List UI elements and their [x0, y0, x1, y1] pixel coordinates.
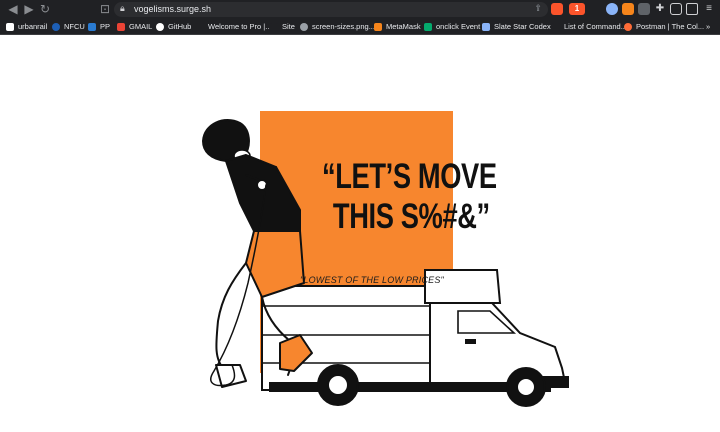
lock-icon: 🔒︎ [120, 4, 125, 14]
globe-icon [300, 22, 308, 31]
address-bar[interactable]: 🔒︎ vogelisms.surge.sh ⇪ [114, 2, 548, 17]
page-content: “LET’S MOVE THIS S%#&” "LOWEST OF THE LO… [0, 35, 720, 432]
bookmark-label: Slate Star Codex [494, 22, 551, 31]
person-torso [225, 154, 301, 232]
hero-tagline: "LOWEST OF THE LOW PRICES" [300, 275, 444, 285]
bookmark-list-of-commands[interactable]: List of Command... [552, 19, 627, 34]
urbanrail-icon [6, 22, 14, 31]
bookmark-label: MetaMask [386, 22, 421, 31]
wallet-icon[interactable] [686, 3, 698, 15]
bookmark-postman[interactable]: Postman | The Col... [624, 19, 704, 34]
bookmark-label: NFCU [64, 22, 85, 31]
extension-gray-icon[interactable] [638, 3, 650, 15]
bookmark-onclick-event[interactable]: onclick Event [424, 19, 480, 34]
bookmarks-bar: urbanrail NFCU PP GMAIL GitHub Welcome t… [0, 19, 720, 35]
extension-blue-icon[interactable] [606, 3, 618, 15]
bookmark-site[interactable]: Site [270, 19, 295, 34]
bookmark-welcome-to-pro[interactable]: Welcome to Pro |... [196, 19, 272, 34]
menu-icon[interactable]: ≡ [703, 3, 715, 15]
postman-icon [624, 22, 632, 31]
bookmark-label: PP [100, 22, 111, 31]
brave-shields-icon[interactable] [551, 3, 563, 15]
bookmark-label: GitHub [168, 22, 192, 31]
truck-cab [429, 302, 568, 388]
truck-door-handle [465, 339, 476, 344]
extensions-puzzle-icon[interactable]: ✚ [654, 3, 666, 15]
brave-rewards-badge[interactable]: 1 [569, 3, 585, 15]
bookmark-nfcu[interactable]: NFCU [52, 19, 85, 34]
browser-toolbar: ◀ ▶ ↻ ⊡ 🔒︎ vogelisms.surge.sh ⇪ 1 ✚ ≡ [0, 0, 720, 19]
bookmark-slate-star-codex[interactable]: Slate Star Codex [482, 19, 551, 34]
bookmark-icon[interactable]: ⊡ [98, 2, 112, 16]
bookmark-label: screen-sizes.png... [312, 22, 375, 31]
bookmark-label: Site [282, 22, 295, 31]
bookmark-github[interactable]: GitHub [156, 19, 191, 34]
back-icon[interactable]: ◀ [6, 2, 20, 16]
globe-icon [196, 22, 204, 31]
bookmark-label: Welcome to Pro |... [208, 22, 272, 31]
bookmark-label: onclick Event [436, 22, 481, 31]
bookmark-gmail[interactable]: GMAIL [117, 19, 152, 34]
page-icon [552, 22, 560, 31]
bookmark-label: List of Command... [564, 22, 627, 31]
w3schools-icon [424, 22, 432, 31]
forward-icon[interactable]: ▶ [22, 2, 36, 16]
gmail-icon [117, 22, 125, 31]
bookmark-metamask[interactable]: MetaMask [374, 19, 421, 34]
share-icon[interactable]: ⇪ [534, 2, 542, 17]
paypal-icon [88, 22, 96, 31]
url-text[interactable]: vogelisms.surge.sh [134, 2, 211, 17]
metamask-extension-icon[interactable] [622, 3, 634, 15]
apple-icon [270, 22, 278, 31]
metamask-icon [374, 22, 382, 31]
hero-headline: “LET’S MOVE THIS S%#&” [322, 157, 509, 237]
github-icon [156, 22, 164, 31]
reload-icon[interactable]: ↻ [38, 2, 52, 16]
nfcu-icon [52, 22, 60, 31]
person-back-leg [215, 262, 247, 370]
headline-line-1: “LET’S MOVE [322, 157, 497, 196]
bookmark-label: GMAIL [129, 22, 153, 31]
bookmark-urbanrail[interactable]: urbanrail [6, 19, 47, 34]
bookmark-pp[interactable]: PP [88, 19, 110, 34]
sidebar-icon[interactable] [670, 3, 682, 15]
headline-line-2: THIS S%#&” [332, 197, 490, 236]
person-illustration [202, 119, 313, 388]
bookmark-screen-sizes[interactable]: screen-sizes.png... [300, 19, 375, 34]
bookmarks-overflow-button[interactable]: » [706, 19, 710, 34]
bookmark-label: Postman | The Col... [636, 22, 705, 31]
ssc-icon [482, 22, 490, 31]
bookmark-label: urbanrail [18, 22, 48, 31]
